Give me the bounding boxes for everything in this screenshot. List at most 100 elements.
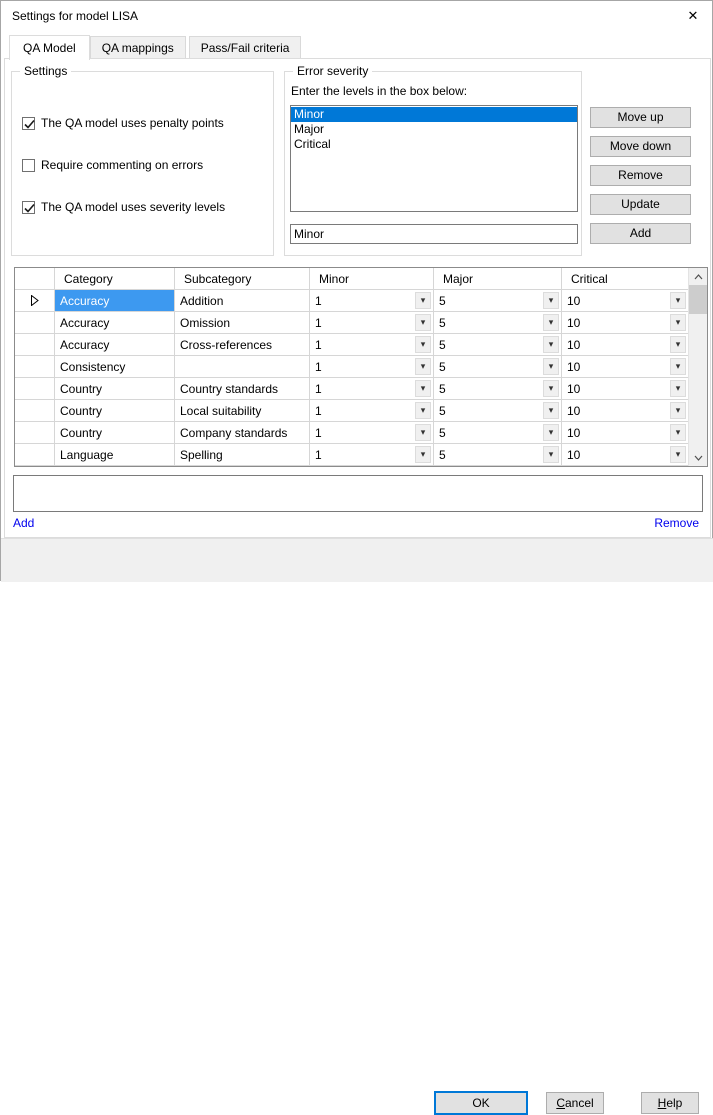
critical-cell[interactable]: 10▾ (562, 290, 689, 311)
category-cell[interactable]: Accuracy (55, 312, 175, 333)
category-cell[interactable]: Country (55, 378, 175, 399)
dropdown-arrow-icon[interactable]: ▾ (543, 424, 559, 441)
row-selector[interactable] (15, 356, 55, 377)
dropdown-arrow-icon[interactable]: ▾ (670, 336, 686, 353)
row-selector[interactable] (15, 378, 55, 399)
dropdown-arrow-icon[interactable]: ▾ (543, 314, 559, 331)
row-selector[interactable] (15, 334, 55, 355)
cancel-button[interactable]: Cancel (546, 1092, 604, 1114)
grid-vertical-scrollbar[interactable] (688, 268, 707, 466)
checkbox-severity-levels[interactable]: The QA model uses severity levels (22, 199, 225, 215)
help-button[interactable]: Help (641, 1092, 699, 1114)
minor-cell[interactable]: 1▾ (310, 356, 434, 377)
header-major[interactable]: Major (434, 268, 562, 289)
critical-cell[interactable]: 10▾ (562, 356, 689, 377)
checkbox-box[interactable] (22, 117, 35, 130)
scroll-up-icon[interactable] (689, 268, 708, 285)
dropdown-arrow-icon[interactable]: ▾ (415, 358, 431, 375)
dropdown-arrow-icon[interactable]: ▾ (543, 446, 559, 463)
row-selector[interactable] (15, 400, 55, 421)
tab-qa-model[interactable]: QA Model (9, 35, 90, 60)
dropdown-arrow-icon[interactable]: ▾ (670, 358, 686, 375)
major-cell[interactable]: 5▾ (434, 334, 562, 355)
ok-button[interactable]: OK (434, 1091, 528, 1115)
scroll-down-icon[interactable] (689, 449, 708, 466)
checkbox-penalty-points[interactable]: The QA model uses penalty points (22, 115, 224, 131)
list-item-minor[interactable]: Minor (291, 107, 577, 122)
header-category[interactable]: Category (55, 268, 175, 289)
checkbox-label[interactable]: Require commenting on errors (41, 158, 203, 172)
subcategory-cell[interactable]: Omission (175, 312, 310, 333)
list-item-critical[interactable]: Critical (291, 137, 577, 152)
major-cell[interactable]: 5▾ (434, 400, 562, 421)
critical-cell[interactable]: 10▾ (562, 334, 689, 355)
dropdown-arrow-icon[interactable]: ▾ (670, 314, 686, 331)
add-level-button[interactable]: Add (590, 223, 691, 244)
severity-level-input[interactable] (290, 224, 578, 244)
minor-cell[interactable]: 1▾ (310, 378, 434, 399)
minor-cell[interactable]: 1▾ (310, 444, 434, 465)
dropdown-arrow-icon[interactable]: ▾ (670, 402, 686, 419)
row-selector[interactable] (15, 312, 55, 333)
critical-cell[interactable]: 10▾ (562, 422, 689, 443)
subcategory-cell[interactable] (175, 356, 310, 377)
subcategory-cell[interactable]: Local suitability (175, 400, 310, 421)
comment-textbox[interactable] (13, 475, 703, 512)
dropdown-arrow-icon[interactable]: ▾ (543, 336, 559, 353)
dropdown-arrow-icon[interactable]: ▾ (543, 292, 559, 309)
dropdown-arrow-icon[interactable]: ▾ (415, 380, 431, 397)
major-cell[interactable]: 5▾ (434, 378, 562, 399)
dropdown-arrow-icon[interactable]: ▾ (415, 446, 431, 463)
list-item-major[interactable]: Major (291, 122, 577, 137)
subcategory-cell[interactable]: Spelling (175, 444, 310, 465)
severity-levels-listbox[interactable]: Minor Major Critical (290, 105, 578, 212)
minor-cell[interactable]: 1▾ (310, 400, 434, 421)
remove-link[interactable]: Remove (654, 516, 699, 530)
subcategory-cell[interactable]: Addition (175, 290, 310, 311)
dropdown-arrow-icon[interactable]: ▾ (415, 402, 431, 419)
scrollbar-thumb[interactable] (689, 285, 708, 314)
close-icon[interactable]: ✕ (683, 6, 703, 26)
major-cell[interactable]: 5▾ (434, 356, 562, 377)
minor-cell[interactable]: 1▾ (310, 312, 434, 333)
dropdown-arrow-icon[interactable]: ▾ (543, 358, 559, 375)
header-minor[interactable]: Minor (310, 268, 434, 289)
checkbox-box[interactable] (22, 159, 35, 172)
header-subcategory[interactable]: Subcategory (175, 268, 310, 289)
add-link[interactable]: Add (13, 516, 34, 530)
update-level-button[interactable]: Update (590, 194, 691, 215)
dropdown-arrow-icon[interactable]: ▾ (415, 336, 431, 353)
tab-qa-mappings[interactable]: QA mappings (90, 36, 186, 58)
critical-cell[interactable]: 10▾ (562, 444, 689, 465)
major-cell[interactable]: 5▾ (434, 444, 562, 465)
dropdown-arrow-icon[interactable]: ▾ (670, 380, 686, 397)
minor-cell[interactable]: 1▾ (310, 422, 434, 443)
dropdown-arrow-icon[interactable]: ▾ (543, 402, 559, 419)
dropdown-arrow-icon[interactable]: ▾ (670, 446, 686, 463)
checkbox-box[interactable] (22, 201, 35, 214)
row-selector[interactable] (15, 422, 55, 443)
move-down-button[interactable]: Move down (590, 136, 691, 157)
row-selector[interactable] (15, 444, 55, 465)
minor-cell[interactable]: 1▾ (310, 290, 434, 311)
category-cell[interactable]: Language (55, 444, 175, 465)
major-cell[interactable]: 5▾ (434, 312, 562, 333)
critical-cell[interactable]: 10▾ (562, 312, 689, 333)
remove-level-button[interactable]: Remove (590, 165, 691, 186)
subcategory-cell[interactable]: Cross-references (175, 334, 310, 355)
category-cell[interactable]: Accuracy (55, 290, 175, 311)
subcategory-cell[interactable]: Country standards (175, 378, 310, 399)
dropdown-arrow-icon[interactable]: ▾ (415, 314, 431, 331)
minor-cell[interactable]: 1▾ (310, 334, 434, 355)
checkbox-label[interactable]: The QA model uses severity levels (41, 200, 225, 214)
dropdown-arrow-icon[interactable]: ▾ (415, 292, 431, 309)
category-cell[interactable]: Country (55, 422, 175, 443)
move-up-button[interactable]: Move up (590, 107, 691, 128)
dropdown-arrow-icon[interactable]: ▾ (670, 292, 686, 309)
dropdown-arrow-icon[interactable]: ▾ (415, 424, 431, 441)
category-cell[interactable]: Accuracy (55, 334, 175, 355)
critical-cell[interactable]: 10▾ (562, 378, 689, 399)
dropdown-arrow-icon[interactable]: ▾ (670, 424, 686, 441)
critical-cell[interactable]: 10▾ (562, 400, 689, 421)
dropdown-arrow-icon[interactable]: ▾ (543, 380, 559, 397)
